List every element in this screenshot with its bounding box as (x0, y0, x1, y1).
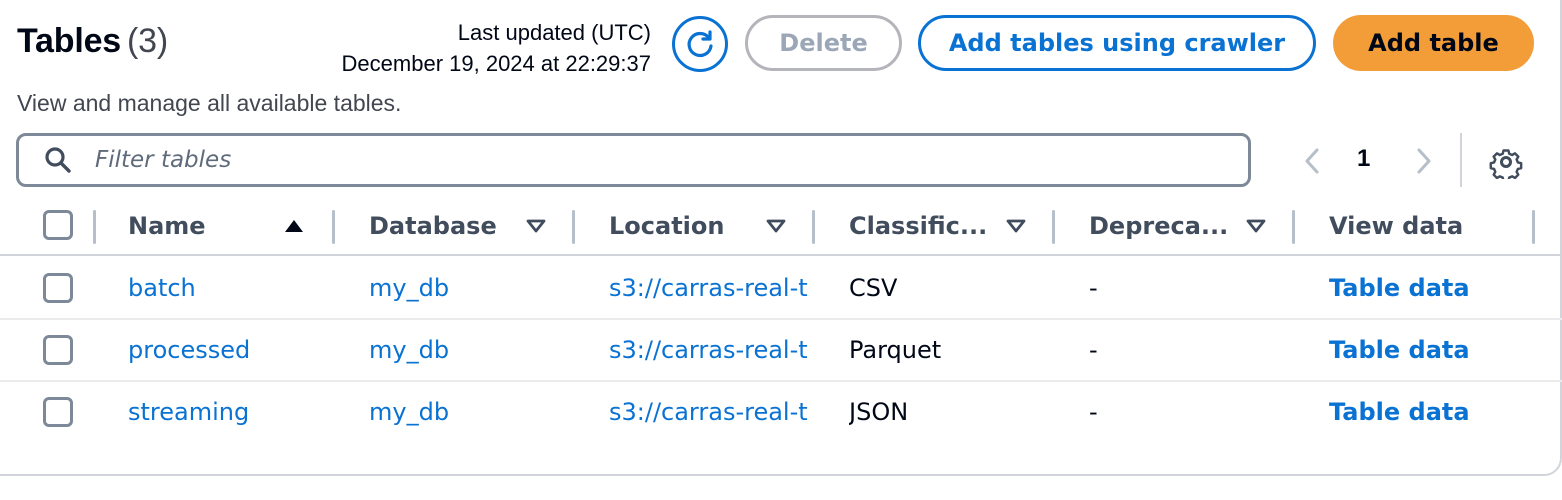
page-description: View and manage all available tables. (17, 90, 402, 116)
table-name-link[interactable]: batch (128, 258, 328, 318)
column-header-location[interactable]: Location (609, 198, 789, 254)
column-header-name[interactable]: Name (128, 198, 308, 254)
sort-ascending-icon[interactable] (284, 218, 304, 234)
table-data-link[interactable]: Table data (1329, 320, 1529, 380)
column-separator[interactable] (572, 210, 575, 244)
table-header: Name Database Location Classific... Depr… (0, 198, 1562, 256)
refresh-button[interactable] (672, 16, 728, 72)
sort-unsorted-icon[interactable] (1246, 218, 1266, 234)
classification-cell: Parquet (849, 336, 942, 364)
classification-cell: JSON (849, 398, 909, 426)
next-page-button[interactable] (1410, 145, 1438, 177)
column-separator[interactable] (812, 210, 815, 244)
refresh-icon (687, 30, 713, 58)
classification-cell: CSV (849, 274, 898, 302)
database-link[interactable]: my_db (369, 258, 569, 318)
sort-unsorted-icon[interactable] (766, 218, 786, 234)
row-checkbox[interactable] (43, 273, 73, 303)
table-name-link[interactable]: processed (128, 320, 328, 380)
column-separator[interactable] (1292, 210, 1295, 244)
add-table-button[interactable]: Add table (1333, 15, 1534, 71)
column-separator[interactable] (332, 210, 335, 244)
column-separator[interactable] (1532, 210, 1535, 244)
table-row: batch my_db s3://carras-real-t CSV - Tab… (0, 258, 1562, 320)
sort-unsorted-icon[interactable] (526, 218, 546, 234)
select-all-checkbox[interactable] (43, 210, 73, 240)
filter-box (16, 133, 1251, 187)
deprecated-cell: - (1089, 274, 1098, 302)
column-label-name: Name (128, 212, 206, 240)
column-label-database: Database (369, 212, 497, 240)
database-link[interactable]: my_db (369, 320, 569, 380)
table-data-link[interactable]: Table data (1329, 258, 1529, 318)
column-label-view-data: View data (1329, 212, 1464, 240)
table-row: streaming my_db s3://carras-real-t JSON … (0, 382, 1562, 444)
column-label-location: Location (609, 212, 725, 240)
column-label-classification: Classific... (849, 212, 988, 240)
search-icon (41, 143, 75, 177)
column-header-view-data: View data (1329, 198, 1509, 254)
column-header-deprecated[interactable]: Depreca... (1089, 198, 1269, 254)
deprecated-cell: - (1089, 336, 1098, 364)
column-separator[interactable] (1052, 210, 1055, 244)
column-header-classification[interactable]: Classific... (849, 198, 1029, 254)
row-checkbox[interactable] (43, 397, 73, 427)
row-checkbox[interactable] (43, 335, 73, 365)
last-updated: Last updated (UTC) December 19, 2024 at … (342, 17, 651, 79)
table-count: (3) (127, 22, 168, 60)
pager-divider (1460, 133, 1462, 187)
table-name-link[interactable]: streaming (128, 382, 328, 442)
column-separator (93, 210, 96, 244)
title-text: Tables (17, 22, 121, 60)
column-header-database[interactable]: Database (369, 198, 549, 254)
table-data-link[interactable]: Table data (1329, 382, 1529, 442)
last-updated-value: December 19, 2024 at 22:29:37 (341, 51, 651, 76)
location-link[interactable]: s3://carras-real-t (609, 382, 815, 442)
sort-unsorted-icon[interactable] (1006, 218, 1026, 234)
preferences-button[interactable] (1487, 143, 1525, 181)
chevron-left-icon (1305, 148, 1319, 174)
table-row: processed my_db s3://carras-real-t Parqu… (0, 320, 1562, 382)
location-link[interactable]: s3://carras-real-t (609, 258, 815, 318)
gear-icon (1489, 149, 1523, 179)
database-link[interactable]: my_db (369, 382, 569, 442)
chevron-right-icon (1417, 148, 1431, 174)
delete-button[interactable]: Delete (745, 15, 902, 71)
column-label-deprecated: Depreca... (1089, 212, 1229, 240)
add-tables-crawler-button[interactable]: Add tables using crawler (918, 15, 1316, 71)
location-link[interactable]: s3://carras-real-t (609, 320, 815, 380)
last-updated-label: Last updated (UTC) (457, 20, 651, 45)
filter-input[interactable] (95, 147, 1195, 173)
deprecated-cell: - (1089, 398, 1098, 426)
page-title: Tables (3) (17, 22, 168, 61)
previous-page-button[interactable] (1298, 145, 1326, 177)
current-page-number[interactable]: 1 (1357, 145, 1370, 173)
